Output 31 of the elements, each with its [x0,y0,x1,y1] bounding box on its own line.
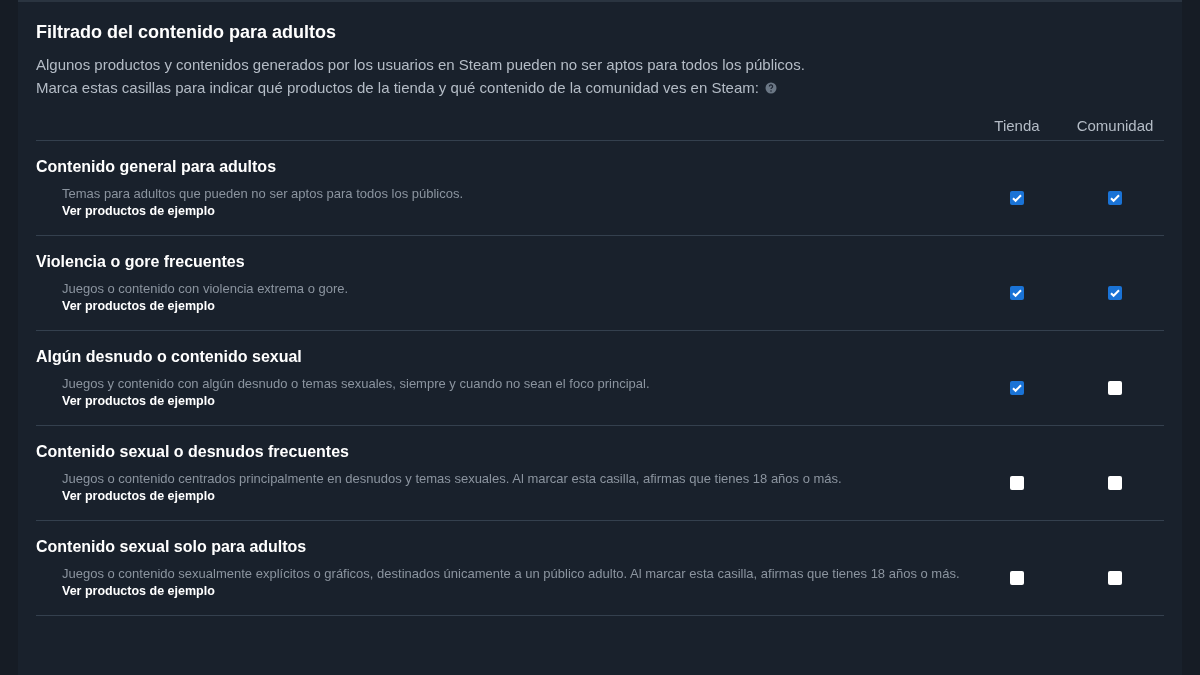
example-products-link[interactable]: Ver productos de ejemplo [36,299,968,313]
category-description: Juegos o contenido centrados principalmente en desnudos y temas sexuales. Al marcar esta casilla, afirmas que tienes 18 años o más. [61,470,843,488]
column-header: Tienda [994,117,1040,134]
category-title: Contenido sexual solo para adultos [36,538,308,556]
intro-text: Marca estas casillas para indicar qué productos de la tienda y qué contenido de la comunidad ves en Steam: [36,78,759,98]
checkbox[interactable] [1010,191,1024,205]
category-title: Contenido general para adultos [36,158,278,176]
section-title: Filtrado del contenido para adultos [36,22,338,43]
category-title: Algún desnudo o contenido sexual [36,348,303,366]
intro-text: Algunos productos y contenidos generados por los usuarios en Steam pueden no ser aptos para todos los públicos. [36,55,805,75]
category-description: Juegos o contenido sexualmente explícitos o gráficos, destinados únicamente a un público adulto. Al marcar esta casilla, afirmas que tienes 18 años o más. [61,565,961,583]
checkbox[interactable] [1108,476,1122,490]
checkbox[interactable] [1010,476,1024,490]
checkbox[interactable] [1010,286,1024,300]
example-products-link[interactable]: Ver productos de ejemplo [36,394,968,408]
category-description: Juegos o contenido con violencia extrema o gore. [61,280,350,298]
category-title: Contenido sexual o desnudos frecuentes [36,443,350,461]
help-icon[interactable] [764,81,777,94]
category-description: Juegos y contenido con algún desnudo o temas sexuales, siempre y cuando no sean el foco principal. [61,375,651,393]
category-title: Violencia o gore frecuentes [36,253,246,271]
example-products-link[interactable]: Ver productos de ejemplo [36,204,968,218]
checkbox[interactable] [1108,381,1122,395]
checkbox[interactable] [1108,191,1122,205]
category-description: Temas para adultos que pueden no ser aptos para todos los públicos. [61,185,465,203]
example-products-link[interactable]: Ver productos de ejemplo [36,584,968,598]
example-products-link[interactable]: Ver productos de ejemplo [36,489,968,503]
checkbox[interactable] [1108,286,1122,300]
checkbox[interactable] [1010,571,1024,585]
checkbox[interactable] [1010,381,1024,395]
checkbox[interactable] [1108,571,1122,585]
column-header: Comunidad [1076,117,1154,134]
